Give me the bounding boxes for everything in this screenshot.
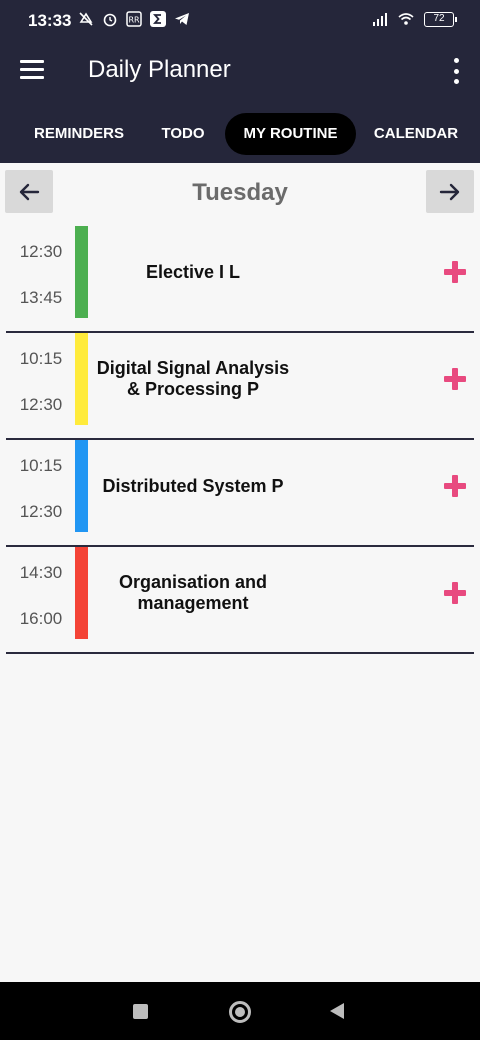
home-icon[interactable] bbox=[229, 1001, 251, 1023]
subject-label: Elective I L bbox=[145, 261, 241, 282]
subject-label: Distributed System P bbox=[102, 475, 284, 496]
overflow-menu-icon[interactable] bbox=[450, 58, 462, 84]
subject-label: Organisation and management bbox=[118, 572, 268, 613]
sigma-icon bbox=[150, 11, 166, 27]
telegram-icon bbox=[175, 13, 189, 25]
add-icon[interactable] bbox=[444, 582, 466, 604]
status-time: 13:33 bbox=[28, 11, 72, 30]
subject-label: Digital Signal Analysis & Processing P bbox=[96, 358, 290, 399]
wifi-icon bbox=[398, 13, 414, 25]
battery-level: 72 bbox=[433, 12, 445, 24]
tab-todo[interactable]: TODO bbox=[150, 113, 216, 155]
app-title: Daily Planner bbox=[88, 56, 231, 83]
tab-calendar[interactable]: CALENDAR bbox=[370, 113, 462, 155]
start-time: 14:30 bbox=[19, 563, 63, 582]
alarm-icon bbox=[103, 13, 117, 27]
color-bar bbox=[75, 226, 88, 318]
arrow-right-icon bbox=[439, 183, 460, 200]
svg-text:RR: RR bbox=[128, 16, 140, 25]
end-time: 12:30 bbox=[19, 395, 63, 414]
start-time: 12:30 bbox=[19, 242, 63, 261]
add-icon[interactable] bbox=[444, 368, 466, 390]
tab-bar: REMINDERS TODO MY ROUTINE CALENDAR bbox=[0, 110, 480, 158]
menu-icon[interactable] bbox=[20, 60, 48, 82]
app-bar: Daily Planner REMINDERS TODO MY ROUTINE … bbox=[0, 40, 480, 163]
list-item[interactable]: 12:30 13:45 Elective I L bbox=[6, 226, 474, 333]
mute-icon bbox=[79, 12, 93, 26]
day-title: Tuesday bbox=[192, 179, 288, 206]
day-navigation: Tuesday bbox=[0, 163, 480, 221]
start-time: 10:15 bbox=[19, 349, 63, 368]
end-time: 13:45 bbox=[19, 288, 63, 307]
add-icon[interactable] bbox=[444, 475, 466, 497]
end-time: 12:30 bbox=[19, 502, 63, 521]
back-icon[interactable] bbox=[330, 1003, 344, 1019]
next-day-button[interactable] bbox=[426, 170, 474, 213]
notification-icons: RR bbox=[78, 11, 190, 27]
signal-icon bbox=[373, 13, 387, 26]
system-icons: 72 bbox=[372, 11, 457, 27]
battery-icon: 72 bbox=[424, 11, 457, 27]
start-time: 10:15 bbox=[19, 456, 63, 475]
rr-icon: RR bbox=[126, 11, 142, 27]
recents-icon[interactable] bbox=[133, 1004, 148, 1019]
routine-list: 12:30 13:45 Elective I L 10:15 12:30 Dig… bbox=[6, 226, 474, 654]
list-item[interactable]: 10:15 12:30 Distributed System P bbox=[6, 440, 474, 547]
list-item[interactable]: 10:15 12:30 Digital Signal Analysis & Pr… bbox=[6, 333, 474, 440]
list-item[interactable]: 14:30 16:00 Organisation and management bbox=[6, 547, 474, 654]
color-bar bbox=[75, 333, 88, 425]
tab-reminders[interactable]: REMINDERS bbox=[22, 113, 136, 155]
end-time: 16:00 bbox=[19, 609, 63, 628]
system-navigation-bar bbox=[0, 982, 480, 1040]
status-bar: 13:33 RR 72 bbox=[0, 0, 480, 40]
add-icon[interactable] bbox=[444, 261, 466, 283]
color-bar bbox=[75, 440, 88, 532]
color-bar bbox=[75, 547, 88, 639]
tab-my-routine[interactable]: MY ROUTINE bbox=[225, 113, 356, 155]
